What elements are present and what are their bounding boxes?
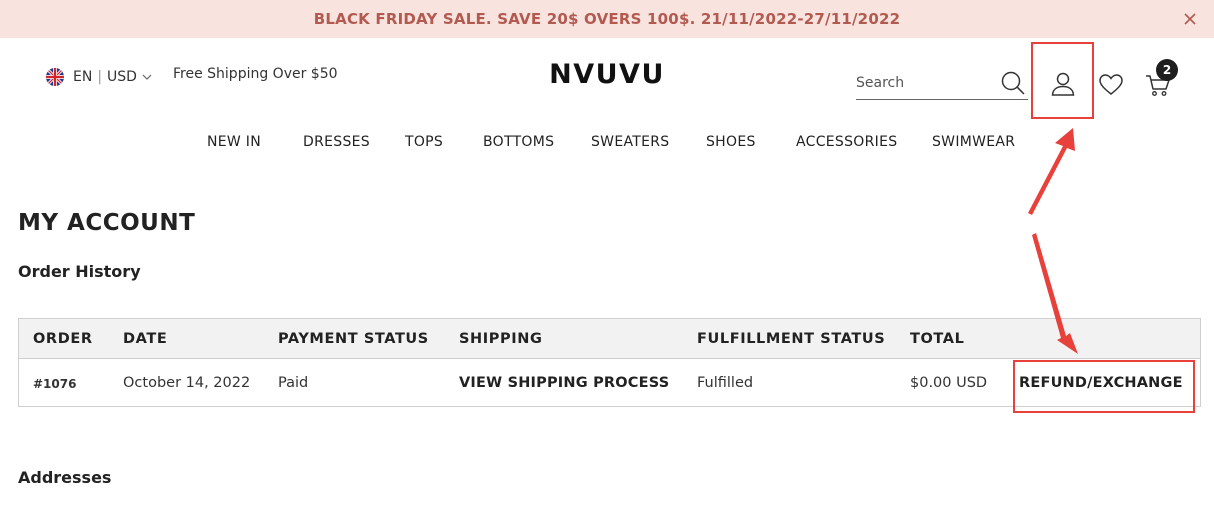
nav-item-new-in[interactable]: NEW IN xyxy=(207,134,261,150)
announcement-bar: BLACK FRIDAY SALE. SAVE 20$ OVERS 100$. … xyxy=(0,0,1214,38)
search-box xyxy=(856,66,1028,100)
refund-exchange-link[interactable]: REFUND/EXCHANGE xyxy=(1019,375,1183,391)
order-history-table: ORDER DATE PAYMENT STATUS SHIPPING FULFI… xyxy=(18,318,1201,407)
nav-item-dresses[interactable]: DRESSES xyxy=(303,134,370,150)
column-header-payment-status: PAYMENT STATUS xyxy=(278,331,429,347)
nav-item-tops[interactable]: TOPS xyxy=(405,134,443,150)
column-header-total: TOTAL xyxy=(910,331,965,347)
user-account-icon[interactable] xyxy=(1049,70,1077,98)
nav-item-accessories[interactable]: ACCESSORIES xyxy=(796,134,897,150)
search-input[interactable] xyxy=(856,72,996,94)
column-header-order: ORDER xyxy=(33,331,93,347)
column-header-date: DATE xyxy=(123,331,168,347)
table-header-row: ORDER DATE PAYMENT STATUS SHIPPING FULFI… xyxy=(19,319,1200,359)
order-history-heading: Order History xyxy=(18,262,141,281)
order-date: October 14, 2022 xyxy=(123,375,251,391)
announcement-text: BLACK FRIDAY SALE. SAVE 20$ OVERS 100$. … xyxy=(313,10,901,28)
main-navigation: NEW IN DRESSES TOPS BOTTOMS SWEATERS SHO… xyxy=(0,134,1214,154)
addresses-heading: Addresses xyxy=(18,468,112,487)
payment-status: Paid xyxy=(278,375,309,391)
close-icon[interactable] xyxy=(1180,9,1200,29)
cart-count-badge: 2 xyxy=(1156,59,1178,81)
heart-wishlist-icon[interactable] xyxy=(1098,72,1124,98)
nav-item-sweaters[interactable]: SWEATERS xyxy=(591,134,669,150)
column-header-fulfillment-status: FULFILLMENT STATUS xyxy=(697,331,886,347)
page-title: MY ACCOUNT xyxy=(18,210,196,236)
order-number-link[interactable]: #1076 xyxy=(33,377,76,391)
nav-item-swimwear[interactable]: SWIMWEAR xyxy=(932,134,1015,150)
order-total: $0.00 USD xyxy=(910,375,988,391)
nav-item-bottoms[interactable]: BOTTOMS xyxy=(483,134,554,150)
column-header-shipping: SHIPPING xyxy=(459,331,543,347)
store-logo[interactable]: NVUVU xyxy=(0,59,1214,90)
view-shipping-process-link[interactable]: VIEW SHIPPING PROCESS xyxy=(459,375,669,391)
fulfillment-status: Fulfilled xyxy=(697,375,754,391)
search-icon[interactable] xyxy=(1000,70,1026,96)
nav-item-shoes[interactable]: SHOES xyxy=(706,134,756,150)
